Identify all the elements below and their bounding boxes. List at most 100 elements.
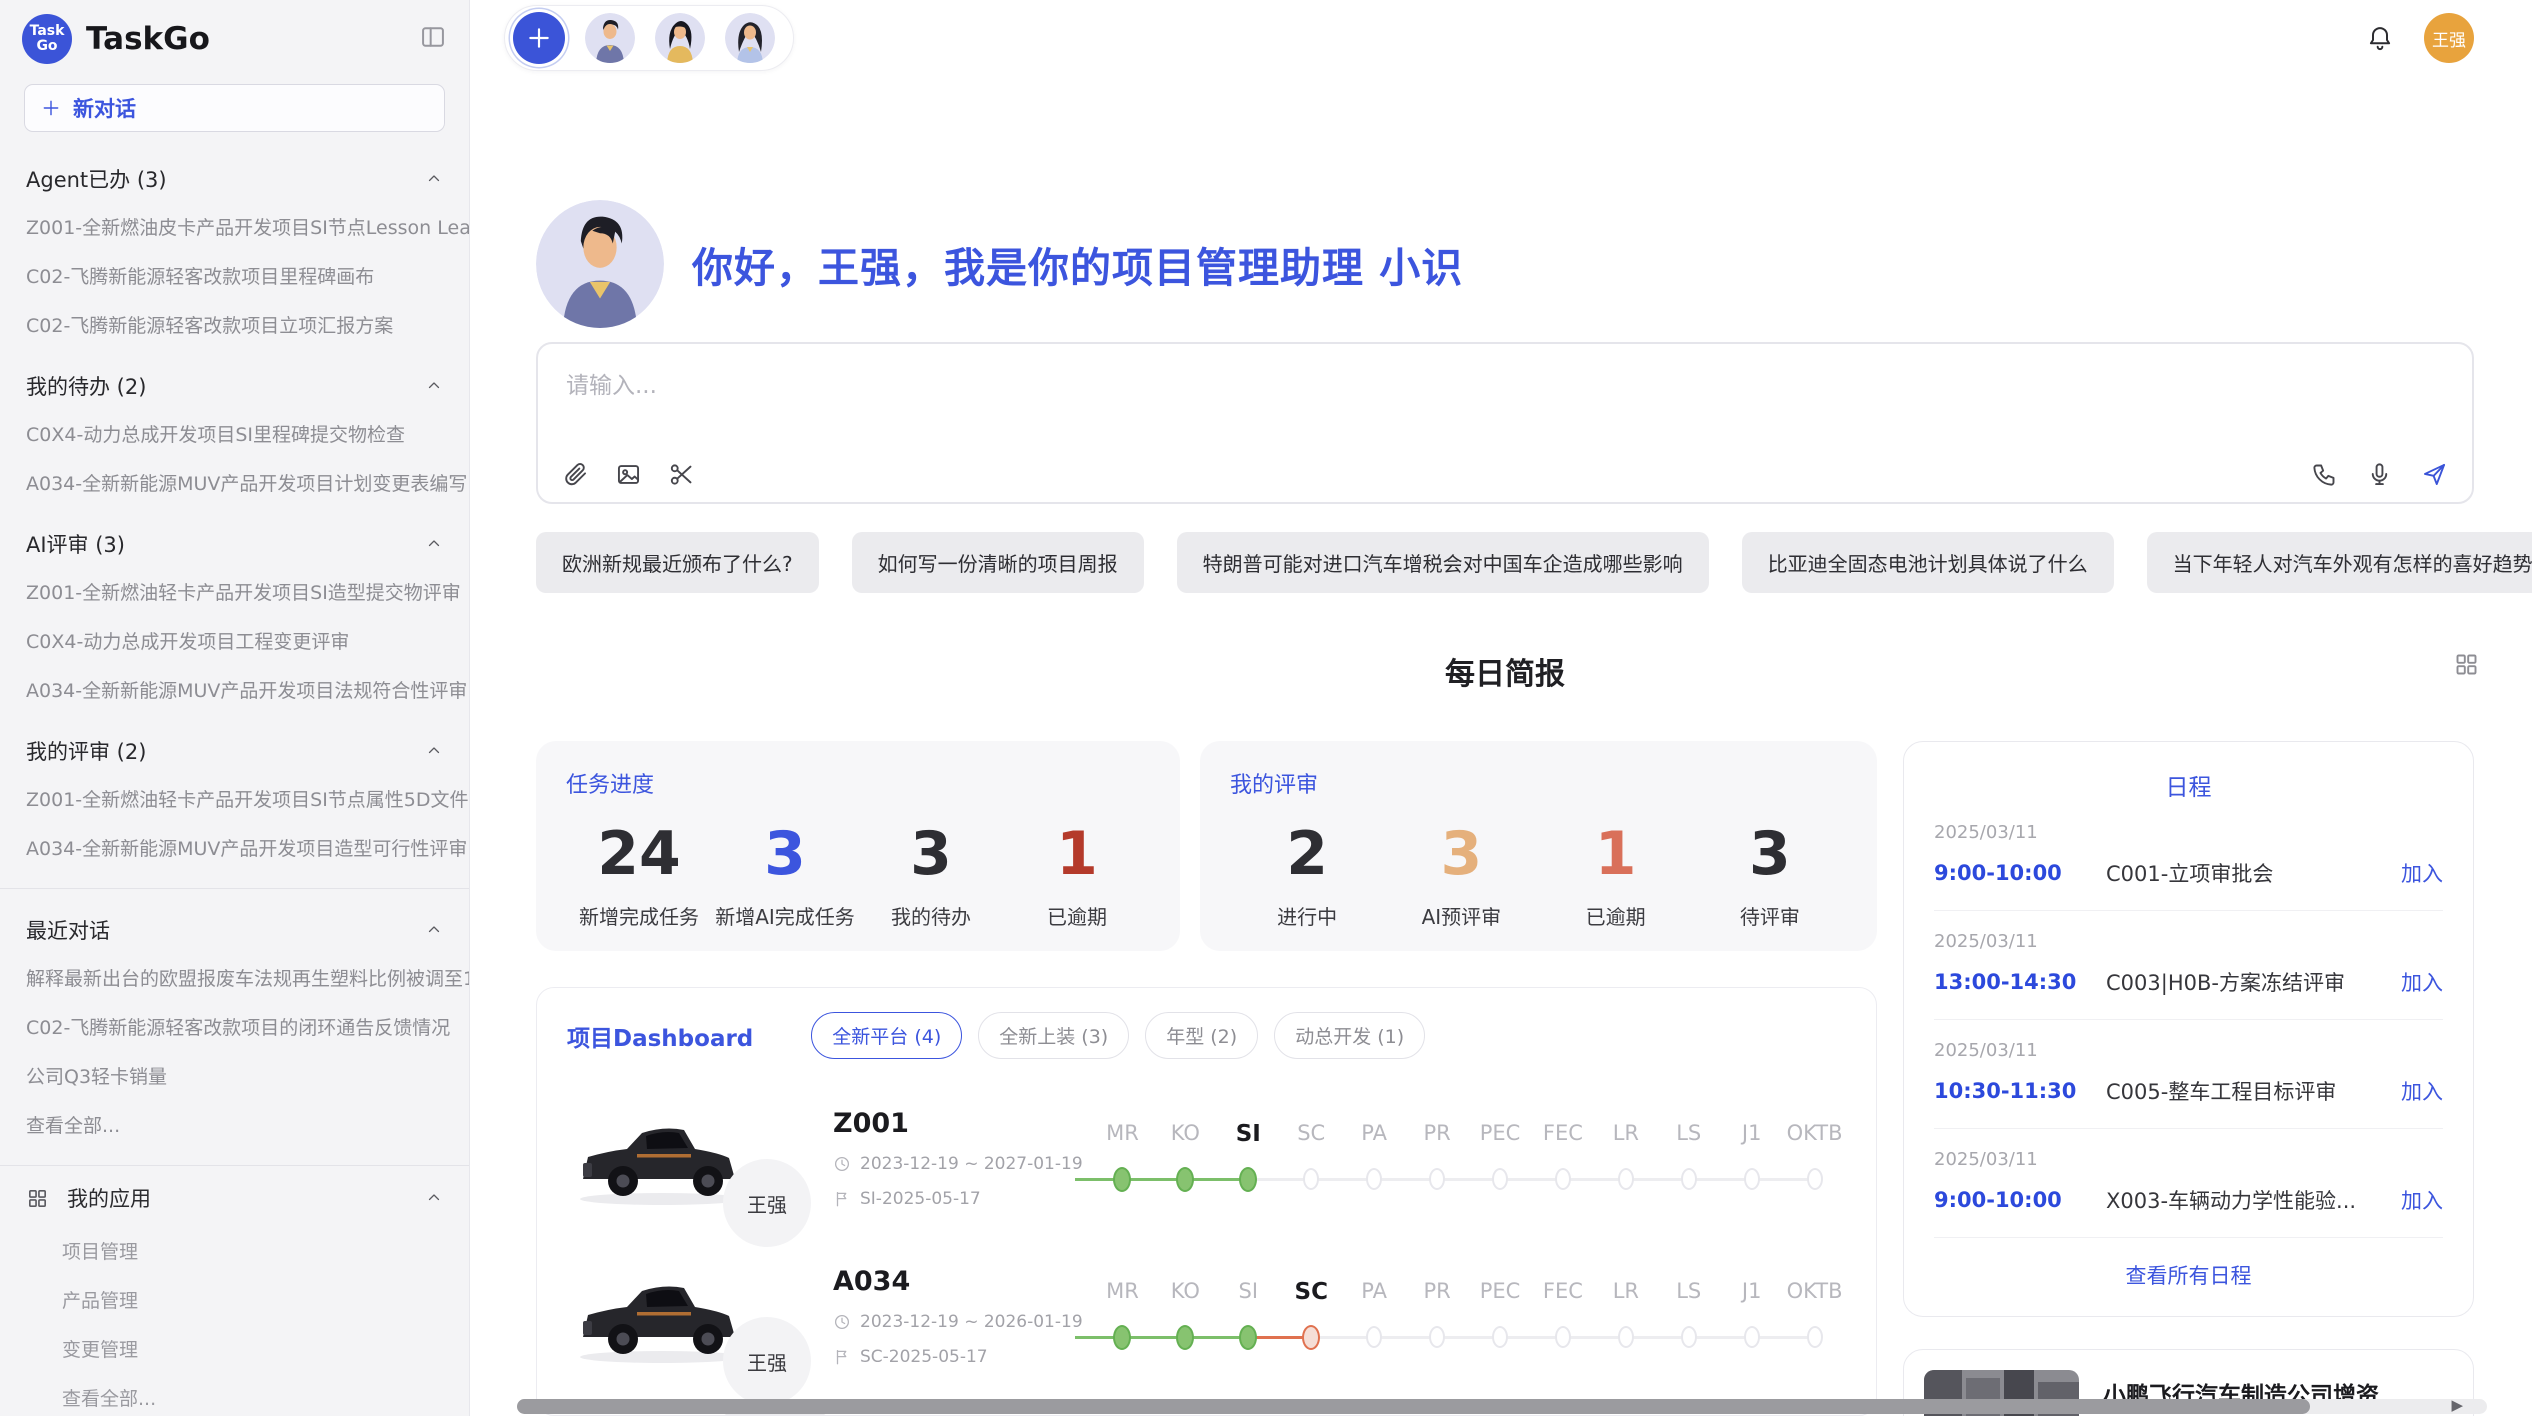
plus-icon (526, 25, 552, 51)
sidebar-item[interactable]: C0X4-动力总成开发项目SI里程碑提交物检查 (0, 409, 469, 458)
section-my-review[interactable]: 我的评审 (2) (0, 714, 469, 774)
sidebar-item[interactable]: C02-飞腾新能源轻客改款项目里程碑画布 (0, 251, 469, 300)
join-link[interactable]: 加入 (2401, 1076, 2443, 1106)
suggestion-chip[interactable]: 欧洲新规最近颁布了什么? (536, 532, 819, 593)
section-label: AI评审 (3) (26, 529, 125, 559)
milestone-label: J1 (1720, 1279, 1783, 1305)
event-time: 9:00-10:00 (1934, 1188, 2106, 1212)
sidebar-item[interactable]: A034-全新新能源MUV产品开发项目法规符合性评审 (0, 665, 469, 714)
suggestion-chip[interactable]: 比亚迪全固态电池计划具体说了什么 (1742, 532, 2114, 593)
filter-chip[interactable]: 年型 (2) (1145, 1012, 1258, 1059)
agent-avatar[interactable] (585, 13, 635, 63)
stat-value: 1 (1004, 821, 1150, 887)
horizontal-scrollbar[interactable]: ▶ (517, 1399, 2487, 1414)
grid-layout-icon (2453, 651, 2480, 678)
sidebar-item[interactable]: Z001-全新燃油轻卡产品开发项目SI节点属性5D文件评审 (0, 774, 469, 823)
recent-chat-item[interactable]: C02-飞腾新能源轻客改款项目的闭环通告反馈情况 (0, 1002, 469, 1051)
task-progress-card: 任务进度 24 新增完成任务 3 新增AI完成任务 3 (536, 741, 1180, 951)
mic-icon[interactable] (2366, 461, 2393, 488)
milestone-dot (1113, 1167, 1131, 1192)
join-link[interactable]: 加入 (2401, 1185, 2443, 1215)
add-agent-button[interactable] (513, 12, 565, 64)
scissors-icon[interactable] (668, 461, 695, 488)
sidebar-item[interactable]: Z001-全新燃油皮卡产品开发项目SI节点Lesson Learn报告 (0, 202, 469, 251)
collapse-sidebar-button[interactable] (419, 23, 447, 55)
agent-avatar[interactable] (725, 13, 775, 63)
suggestion-chip[interactable]: 当下年轻人对汽车外观有怎样的喜好趋势 (2147, 532, 2532, 593)
milestone-dot (1302, 1325, 1320, 1350)
project-code: A034 (833, 1266, 1085, 1297)
schedule-event: 2025/03/11 9:00-10:00 C001-立项审批会 加入 (1934, 802, 2443, 910)
filter-chip[interactable]: 全新上装 (3) (978, 1012, 1129, 1059)
recent-chats-view-all[interactable]: 查看全部... (0, 1100, 469, 1149)
stat-label: 已逾期 (1004, 901, 1150, 930)
milestone-dot (1366, 1168, 1382, 1190)
section-ai-review[interactable]: AI评审 (3) (0, 507, 469, 567)
schedule-event: 2025/03/11 13:00-14:30 C003|H0B-方案冻结评审 加… (1934, 910, 2443, 1019)
join-link[interactable]: 加入 (2401, 967, 2443, 997)
milestone-dot (1681, 1326, 1697, 1348)
section-agent-done[interactable]: Agent已办 (3) (0, 142, 469, 202)
milestone-label: KO (1154, 1279, 1217, 1305)
milestone-label: PEC (1469, 1279, 1532, 1305)
user-avatar[interactable]: 王强 (2424, 13, 2474, 63)
app-item-product-mgmt[interactable]: 产品管理 (0, 1275, 469, 1324)
recent-chat-item[interactable]: 公司Q3轻卡销量 (0, 1051, 469, 1100)
stat-value: 3 (1384, 821, 1538, 887)
join-link[interactable]: 加入 (2401, 858, 2443, 888)
flag-icon (833, 1348, 851, 1366)
view-all-schedule-link[interactable]: 查看所有日程 (1934, 1237, 2443, 1302)
milestone-cell (1783, 1321, 1846, 1353)
sidebar-item[interactable]: A034-全新新能源MUV产品开发项目计划变更表编写 (0, 458, 469, 507)
sidebar-item[interactable]: C0X4-动力总成开发项目工程变更评审 (0, 616, 469, 665)
milestone-cell (1783, 1163, 1846, 1195)
image-icon[interactable] (615, 461, 642, 488)
send-icon[interactable] (2421, 461, 2448, 488)
agent-avatar-group (504, 5, 794, 71)
dashboard-title: 项目Dashboard (567, 1019, 753, 1053)
filter-chip[interactable]: 动总开发 (1) (1274, 1012, 1425, 1059)
milestone-dot (1429, 1326, 1445, 1348)
project-row[interactable]: 王强 A034 2023-12-19 ~ 2026-01-19 SC-2025-… (567, 1257, 1846, 1375)
new-chat-button[interactable]: 新对话 (24, 84, 445, 132)
recent-chat-item[interactable]: 解释最新出台的欧盟报废车法规再生塑料比例被调至15% (0, 953, 469, 1002)
app-item-change-mgmt[interactable]: 变更管理 (0, 1324, 469, 1373)
milestone-label: OKTB (1783, 1121, 1846, 1147)
briefing-right-column: 日程 2025/03/11 9:00-10:00 C001-立项审批会 加入 2… (1903, 741, 2474, 1416)
suggestion-chip[interactable]: 如何写一份清晰的项目周报 (852, 532, 1144, 593)
sidebar-item[interactable]: A034-全新新能源MUV产品开发项目造型可行性评审 (0, 823, 469, 872)
chevron-up-icon (425, 535, 443, 553)
scrollbar-thumb[interactable] (517, 1399, 2310, 1414)
scrollbar-right-arrow[interactable]: ▶ (2451, 1396, 2463, 1414)
stat-label: 我的待办 (858, 901, 1004, 930)
project-row[interactable]: 王强 Z001 2023-12-19 ~ 2027-01-19 SI-2025-… (567, 1099, 1846, 1217)
chevron-up-icon (425, 1189, 443, 1207)
event-title: C005-整车工程目标评审 (2106, 1076, 2401, 1106)
filter-chip[interactable]: 全新平台 (4) (811, 1012, 962, 1059)
paperclip-icon[interactable] (562, 461, 589, 488)
chevron-up-icon (425, 742, 443, 760)
milestone-dot (1303, 1168, 1319, 1190)
new-chat-label: 新对话 (73, 93, 136, 123)
apps-view-all[interactable]: 查看全部... (0, 1373, 469, 1416)
clock-icon (833, 1313, 851, 1331)
section-recent-chats[interactable]: 最近对话 (0, 893, 469, 953)
project-node-label: SI-2025-05-17 (860, 1189, 981, 1209)
app-item-project-mgmt[interactable]: 项目管理 (0, 1226, 469, 1275)
bell-icon[interactable] (2366, 24, 2394, 52)
milestone-timeline: MRKOSISCPAPRPECFECLRLSJ1OKTB (1091, 1279, 1846, 1353)
sidebar-item-my-apps[interactable]: 我的应用 (0, 1170, 469, 1226)
milestone-dot (1492, 1326, 1508, 1348)
suggestion-chip[interactable]: 特朗普可能对进口汽车增税会对中国车企造成哪些影响 (1177, 532, 1709, 593)
chat-input[interactable] (538, 344, 2472, 436)
milestone-label: FEC (1531, 1279, 1594, 1305)
stats-row: 任务进度 24 新增完成任务 3 新增AI完成任务 3 (536, 741, 1877, 951)
briefing-layout-button[interactable] (2453, 651, 2480, 682)
sidebar-item[interactable]: Z001-全新燃油轻卡产品开发项目SI造型提交物评审 (0, 567, 469, 616)
sidebar-item[interactable]: C02-飞腾新能源轻客改款项目立项汇报方案 (0, 300, 469, 349)
section-my-todo[interactable]: 我的待办 (2) (0, 349, 469, 409)
project-image: 王强 (567, 1257, 767, 1375)
agent-avatar[interactable] (655, 13, 705, 63)
suggestion-chips: 欧洲新规最近颁布了什么? 如何写一份清晰的项目周报 特朗普可能对进口汽车增税会对… (536, 532, 2474, 593)
phone-icon[interactable] (2311, 461, 2338, 488)
